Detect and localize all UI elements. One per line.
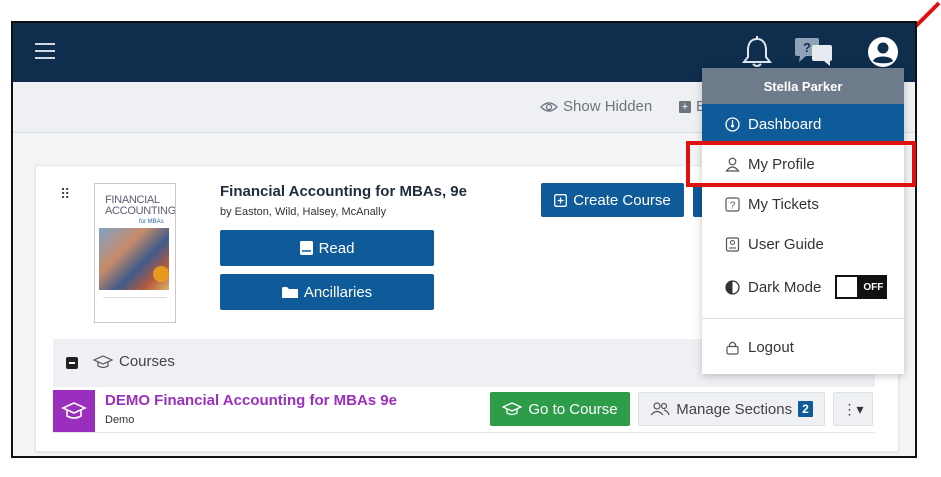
svg-text:?: ? [730, 200, 736, 211]
eye-icon [540, 101, 558, 112]
user-account-icon[interactable] [867, 36, 899, 68]
menu-item-my-tickets[interactable]: ? My Tickets [702, 184, 904, 224]
menu-item-label: My Tickets [748, 195, 819, 213]
menu-item-user-guide[interactable]: User Guide [702, 224, 904, 264]
toggle-state-label: OFF [859, 275, 888, 299]
create-course-button[interactable]: Create Course [541, 183, 684, 217]
plus-square-icon: + [679, 100, 691, 113]
hamburger-menu-icon[interactable] [35, 43, 55, 59]
dashboard-icon [725, 116, 740, 132]
menu-divider [702, 318, 904, 319]
cover-subtitle: for MBAs [139, 219, 164, 225]
graduation-cap-icon [61, 402, 87, 419]
bell-icon[interactable] [741, 35, 773, 69]
menu-item-label: Dashboard [748, 115, 822, 133]
menu-item-dashboard[interactable]: Dashboard [702, 104, 904, 144]
drag-handle-icon[interactable]: ⠿ [60, 186, 71, 203]
go-to-course-button[interactable]: Go to Course [490, 392, 630, 426]
cover-badge [153, 266, 169, 282]
more-options-button[interactable]: ⋮▾ [833, 392, 873, 426]
lock-icon [726, 341, 739, 355]
collapse-icon[interactable] [66, 357, 78, 369]
manage-sections-label: Manage Sections [676, 400, 793, 418]
book-title: Financial Accounting for MBAs, 9e [220, 183, 467, 200]
book-cover-image: FINANCIAL ACCOUNTING for MBAs [94, 183, 176, 323]
users-icon [650, 402, 670, 416]
show-hidden-button[interactable]: Show Hidden [540, 98, 652, 115]
manage-sections-button[interactable]: Manage Sections 2 [638, 392, 825, 426]
show-hidden-label: Show Hidden [563, 98, 653, 115]
graduation-cap-icon [93, 354, 113, 368]
plus-square-icon [554, 193, 568, 207]
user-dropdown-menu: Stella Parker Dashboard My Profile ? My … [702, 68, 904, 374]
read-button-label: Read [318, 239, 355, 257]
user-name-header: Stella Parker [702, 68, 904, 104]
course-subtitle: Demo [105, 414, 135, 426]
guide-icon [725, 236, 740, 252]
courses-header-label: Courses [119, 353, 175, 370]
contrast-icon [725, 279, 740, 295]
menu-item-my-profile[interactable]: My Profile [702, 144, 904, 184]
kebab-icon: ⋮▾ [842, 400, 864, 417]
help-chat-icon[interactable]: ? [794, 37, 834, 67]
toggle-knob [835, 275, 860, 299]
app-window: ? Show Hidden + E ⠿ FINANCIAL ACCOUNTING… [11, 21, 917, 458]
dark-mode-toggle[interactable]: OFF [835, 275, 888, 299]
go-to-course-label: Go to Course [528, 400, 618, 418]
ancillaries-button-label: Ancillaries [303, 283, 373, 301]
menu-item-logout[interactable]: Logout [702, 327, 904, 367]
read-button[interactable]: Read [220, 230, 434, 266]
user-icon [725, 157, 740, 172]
book-icon [299, 241, 313, 255]
question-square-icon: ? [725, 196, 740, 212]
book-authors: by Easton, Wild, Halsey, McAnally [220, 206, 387, 218]
menu-item-label: My Profile [748, 155, 815, 173]
ancillaries-button[interactable]: Ancillaries [220, 274, 434, 310]
menu-item-label: User Guide [748, 235, 824, 253]
menu-item-dark-mode[interactable]: Dark Mode OFF [702, 264, 904, 310]
course-title[interactable]: DEMO Financial Accounting for MBAs 9e [105, 392, 397, 409]
folder-icon [281, 286, 298, 298]
menu-item-label: Logout [748, 338, 794, 356]
svg-text:?: ? [803, 40, 811, 55]
course-row: DEMO Financial Accounting for MBAs 9e De… [53, 390, 875, 433]
cover-authors-strip [103, 297, 167, 308]
course-icon [53, 390, 95, 432]
cover-title: FINANCIAL ACCOUNTING [105, 194, 176, 217]
courses-header: Courses [93, 353, 175, 370]
graduation-cap-icon [502, 402, 523, 416]
menu-item-label: Dark Mode [748, 278, 822, 296]
sections-count-badge: 2 [798, 401, 813, 417]
create-course-label: Create Course [573, 191, 671, 209]
